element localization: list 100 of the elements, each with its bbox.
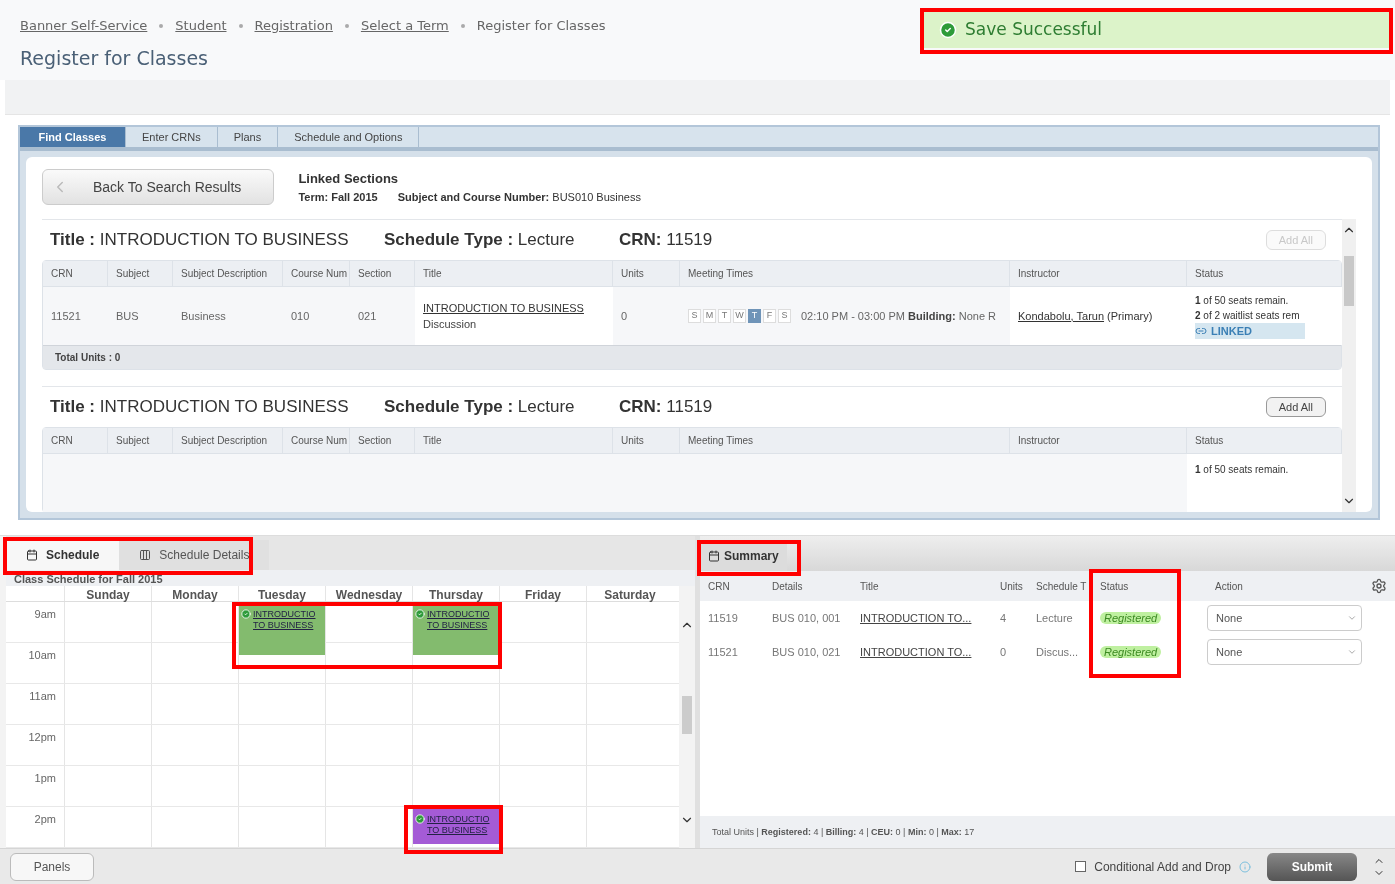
weekday-indicator: T	[748, 309, 761, 323]
day-header: Monday	[151, 586, 238, 601]
total-units: Total Units : 0	[43, 345, 1341, 369]
table-cell-text: 010	[290, 308, 311, 324]
dropdown-value: None	[1216, 610, 1244, 626]
day-header: Saturday	[586, 586, 673, 601]
separator-icon	[238, 23, 243, 28]
column-header: Action	[1214, 579, 1244, 594]
day-header: Tuesday	[238, 586, 325, 601]
conditional-checkbox[interactable]: Conditional Add and Drop	[1075, 857, 1231, 876]
course-title: Title : INTRODUCTION TO BUSINESS	[50, 396, 350, 419]
check-icon	[241, 609, 251, 619]
course-link[interactable]: INTRODUCTION TO...	[852, 643, 992, 661]
column-header: Subject Description	[173, 428, 283, 453]
tab[interactable]: Find Classes	[20, 127, 126, 147]
dropdown-caret-icon	[1347, 613, 1357, 623]
column-header: Course Num	[283, 261, 350, 286]
linked-sections-heading: Linked Sections	[298, 170, 400, 188]
linked-badge: LINKED	[1195, 322, 1305, 340]
table-cell-text: Lecture	[1035, 610, 1074, 626]
schedule-type: Schedule Type : Lecture	[384, 229, 576, 252]
column-header: Instructor	[1010, 428, 1187, 453]
column-header: Status	[1099, 579, 1130, 594]
dropdown-caret-icon	[1347, 647, 1357, 657]
weekday-indicator: S	[688, 309, 701, 323]
time-label: 2pm	[33, 812, 57, 827]
notification-banner: Save Successful	[923, 12, 1389, 48]
info-icon[interactable]	[1239, 860, 1251, 873]
column-header: Subject Description	[173, 261, 283, 286]
instructor-link[interactable]: Kondabolu, Tarun	[1018, 309, 1105, 322]
seats-text: 2 of 2 waitlist seats rem	[1195, 308, 1301, 323]
tab[interactable]: Schedule	[6, 540, 120, 570]
table-cell-text: BUS 010, 021	[771, 644, 842, 660]
separator-icon	[460, 23, 465, 28]
day-header: Sunday	[64, 586, 151, 601]
breadcrumb-link[interactable]: Banner Self-Service	[20, 16, 148, 36]
course-link[interactable]: INTRODUCTION TO BUSINESS	[423, 299, 605, 316]
time-label: 10am	[27, 648, 57, 663]
scrollbar[interactable]	[679, 586, 695, 848]
table-cell-text: Business	[180, 308, 227, 324]
class-event[interactable]: INTRODUCTIO TO BUSINESS	[413, 808, 499, 844]
table-cell-text: 4	[999, 610, 1008, 626]
weekday-indicator: S	[778, 309, 791, 323]
status-badge: Registered	[1100, 645, 1162, 658]
column-header: Units	[613, 428, 680, 453]
tab[interactable]: Schedule and Options	[278, 127, 420, 147]
breadcrumb-link[interactable]: Select a Term	[360, 16, 449, 36]
seats-text: 1 of 50 seats remain.	[1195, 293, 1290, 308]
tab[interactable]: Plans	[217, 127, 279, 147]
back-button[interactable]: Back To Search Results	[42, 169, 275, 205]
instructor-text: Kondabolu, Tarun (Primary)	[1018, 308, 1153, 324]
column-header: Units	[999, 579, 1024, 594]
action-dropdown[interactable]: None	[1207, 639, 1362, 665]
time-label: 1pm	[33, 771, 57, 786]
scrollbar[interactable]	[1342, 219, 1356, 512]
column-header: Section	[350, 261, 415, 286]
column-header: Subject	[108, 261, 173, 286]
column-header: Meeting Times	[680, 261, 1010, 286]
column-header: CRN	[43, 261, 108, 286]
table-cell-text: Discus...	[1035, 644, 1080, 660]
seats-text: 1 of 50 seats remain.	[1195, 463, 1290, 477]
calendar-icon	[26, 549, 38, 561]
table-cell-text: 021	[357, 308, 378, 324]
separator-icon	[159, 23, 164, 28]
weekday-indicator: M	[703, 309, 716, 323]
day-header: Friday	[499, 586, 586, 601]
tab[interactable]: Schedule Details	[119, 540, 270, 570]
breadcrumb-link[interactable]: Student	[175, 16, 227, 36]
tab[interactable]: Enter CRNs	[126, 127, 218, 147]
breadcrumb-link[interactable]: Registration	[254, 16, 333, 36]
separator-icon	[344, 23, 349, 28]
scroll-thumb[interactable]	[1344, 255, 1354, 306]
course-link[interactable]: INTRODUCTION TO...	[852, 609, 992, 627]
table-cell-text: BUS 010, 001	[771, 610, 842, 626]
table-cell-text: 11521	[707, 644, 739, 660]
column-header: CRN	[43, 428, 108, 453]
page-title: Register for Classes	[20, 45, 209, 71]
summary-footer: Total Units | Registered: 4 | Billing: 4 | CEU: 0 | Min: 0 | Max: 17	[700, 816, 1395, 848]
add-all-button[interactable]: Add All	[1265, 397, 1326, 417]
column-header: Units	[613, 261, 680, 286]
column-header: Schedule T	[1035, 579, 1088, 594]
table-cell-text: Discussion	[423, 317, 478, 332]
column-header: Details	[771, 579, 804, 594]
dropdown-value: None	[1216, 644, 1244, 660]
scroll-thumb[interactable]	[682, 696, 692, 734]
link-icon	[1195, 325, 1207, 337]
action-dropdown[interactable]: None	[1207, 605, 1362, 631]
panels-button[interactable]: Panels	[10, 852, 94, 881]
schedule-caption: Class Schedule for Fall 2015	[6, 570, 695, 586]
class-event[interactable]: INTRODUCTIO TO BUSINESS	[413, 603, 499, 655]
class-event[interactable]: INTRODUCTIO TO BUSINESS	[239, 603, 325, 655]
table-cell-text: 0	[620, 308, 629, 324]
schedule-type: Schedule Type : Lecture	[384, 396, 576, 419]
column-header: Title	[859, 579, 880, 594]
event-title: INTRODUCTIO TO BUSINESS	[253, 609, 316, 631]
submit-button[interactable]: Submit	[1267, 852, 1357, 881]
check-icon	[939, 21, 957, 39]
table-cell-text: BUS	[115, 308, 140, 324]
settings-icon[interactable]	[1371, 578, 1387, 594]
weekday-indicator: W	[733, 309, 746, 323]
